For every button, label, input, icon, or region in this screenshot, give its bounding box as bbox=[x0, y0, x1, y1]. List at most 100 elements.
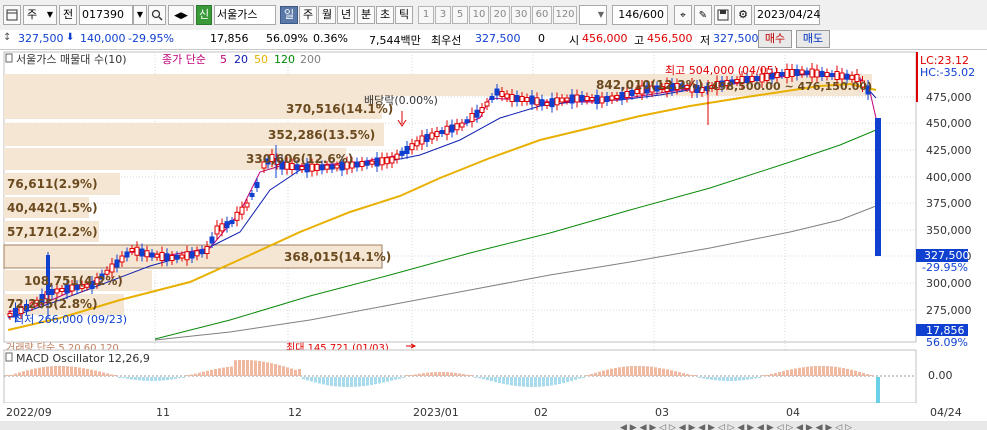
candle-body-up bbox=[244, 202, 250, 208]
macd-bar bbox=[462, 374, 465, 376]
macd-bar bbox=[766, 374, 769, 376]
sell-button[interactable]: 매도 bbox=[796, 30, 830, 48]
candle-body-down bbox=[254, 182, 260, 188]
volume-pct-axis-label: 56.09% bbox=[926, 336, 968, 349]
low-label: 저 bbox=[700, 34, 711, 47]
candle-body-up bbox=[499, 91, 505, 97]
macd-bar bbox=[6, 375, 9, 376]
period-button-3[interactable]: 3 bbox=[435, 6, 451, 24]
current-price: 327,500 bbox=[18, 32, 64, 45]
candle-body-down bbox=[514, 95, 520, 102]
tab-week[interactable]: 주 bbox=[299, 6, 317, 24]
period-button-1[interactable]: 1 bbox=[418, 6, 434, 24]
macd-bar bbox=[178, 377, 181, 379]
code-dropdown-icon[interactable]: ▼ bbox=[133, 5, 147, 25]
macd-bar bbox=[550, 377, 553, 386]
period-mode-label: 주 bbox=[27, 8, 38, 21]
candle-body-down bbox=[174, 254, 180, 260]
period-button-60[interactable]: 60 bbox=[532, 6, 552, 24]
stock-name-field[interactable]: 서울가스 bbox=[214, 5, 276, 25]
macd-bar bbox=[174, 377, 177, 379]
date-label: 04 bbox=[786, 406, 800, 419]
macd-bar bbox=[66, 366, 69, 376]
macd-bar bbox=[474, 377, 477, 378]
period-mode-select[interactable]: 주 ▼ bbox=[23, 5, 57, 25]
macd-bar bbox=[486, 377, 489, 381]
tab-year[interactable]: 년 bbox=[337, 6, 355, 24]
period-custom-input[interactable]: ▼ bbox=[579, 5, 607, 25]
macd-bar bbox=[278, 365, 281, 376]
search-icon[interactable] bbox=[148, 5, 166, 25]
expand-icon[interactable]: ↕ bbox=[3, 32, 11, 43]
price-tick-label: 475,000 bbox=[926, 91, 972, 104]
macd-bar bbox=[530, 377, 533, 388]
candle-body-up bbox=[169, 255, 175, 261]
date-label: 12 bbox=[288, 406, 302, 419]
crosshair-icon[interactable]: ⌖ bbox=[674, 5, 692, 25]
price-tick-label: 275,000 bbox=[926, 304, 972, 317]
macd-bar bbox=[618, 367, 621, 376]
macd-bar bbox=[626, 366, 629, 376]
profile-label: 76,611(2.9%) bbox=[7, 177, 98, 191]
macd-bar bbox=[814, 366, 817, 376]
chart-area[interactable]: 최고 504,000 (04/05) 최저 266,000 (09/23) ⊣ … bbox=[0, 50, 987, 430]
macd-bar bbox=[338, 377, 341, 387]
prev-button[interactable]: 전 bbox=[59, 5, 77, 25]
candle-body-down bbox=[549, 98, 555, 108]
save-icon[interactable] bbox=[714, 5, 732, 25]
buy-button[interactable]: 매수 bbox=[758, 30, 792, 48]
macd-bar bbox=[370, 377, 373, 385]
macd-bar bbox=[602, 370, 605, 376]
candle-body-up bbox=[574, 94, 580, 103]
tab-minute[interactable]: 분 bbox=[357, 6, 375, 24]
macd-bar bbox=[418, 373, 421, 376]
stock-code-input[interactable]: 017390 bbox=[79, 5, 133, 25]
macd-bar bbox=[526, 377, 529, 387]
gear-icon[interactable]: ⚙ bbox=[734, 5, 752, 25]
macd-bar bbox=[534, 377, 537, 388]
candle-body-down bbox=[364, 160, 370, 166]
period-button-20[interactable]: 20 bbox=[490, 6, 510, 24]
scrollbar[interactable]: ◀ ▶ ◀ ▶ ◁ ▷ ◀ ▶ ◀ ▶ ◁ ▷ ◀ ▶ ◀ ▶ ◁ ▷ ◀ ▶ … bbox=[620, 423, 852, 430]
profile-label: 370,516(14.1%) bbox=[286, 102, 393, 116]
candle-body-down bbox=[529, 95, 535, 105]
macd-bar bbox=[406, 375, 409, 376]
price-chart[interactable]: 최고 504,000 (04/05) 최저 266,000 (09/23) ⊣ … bbox=[0, 50, 987, 430]
candle-body-up bbox=[359, 161, 365, 167]
prev-next-stock-icon[interactable]: ◀▶ bbox=[168, 5, 194, 25]
tab-day[interactable]: 일 bbox=[280, 6, 298, 24]
macd-bar bbox=[182, 377, 185, 378]
date-field[interactable]: 2023/04/24 bbox=[754, 5, 820, 25]
period-button-10[interactable]: 10 bbox=[469, 6, 489, 24]
macd-bar bbox=[566, 377, 569, 383]
date-label: 2022/09 bbox=[6, 406, 52, 419]
chart-menu-icon[interactable] bbox=[3, 5, 21, 25]
macd-bar bbox=[242, 359, 245, 376]
macd-bar bbox=[310, 377, 313, 382]
macd-bar bbox=[842, 368, 845, 376]
candle-body-up bbox=[834, 71, 840, 80]
candle-body-up bbox=[384, 157, 390, 165]
macd-bar bbox=[770, 373, 773, 376]
candle-body-up bbox=[109, 263, 115, 273]
high-annotation: 최고 504,000 (04/05) bbox=[665, 64, 778, 77]
draw-tool-icon[interactable]: ✎ bbox=[694, 5, 712, 25]
macd-bar bbox=[682, 373, 685, 376]
candle-body-up bbox=[544, 102, 550, 106]
price-change-pct: -29.95% bbox=[128, 32, 174, 45]
macd-bar bbox=[514, 377, 517, 386]
period-button-120[interactable]: 120 bbox=[553, 6, 577, 24]
macd-bar bbox=[26, 370, 29, 376]
macd-bar bbox=[822, 365, 825, 376]
bar-count-field[interactable]: 146/600 bbox=[612, 5, 668, 25]
lc-bar bbox=[916, 52, 918, 102]
macd-bar bbox=[382, 377, 385, 383]
quote-bar: ↕ 327,500 ⬇ 140,000 -29.95% 17,856 56.09… bbox=[0, 30, 987, 50]
tab-month[interactable]: 월 bbox=[318, 6, 336, 24]
tab-second[interactable]: 초 bbox=[376, 6, 394, 24]
candle-body-up bbox=[534, 97, 540, 106]
tab-tick[interactable]: 틱 bbox=[395, 6, 413, 24]
macd-bar bbox=[678, 372, 681, 376]
period-button-5[interactable]: 5 bbox=[452, 6, 468, 24]
period-button-30[interactable]: 30 bbox=[511, 6, 531, 24]
